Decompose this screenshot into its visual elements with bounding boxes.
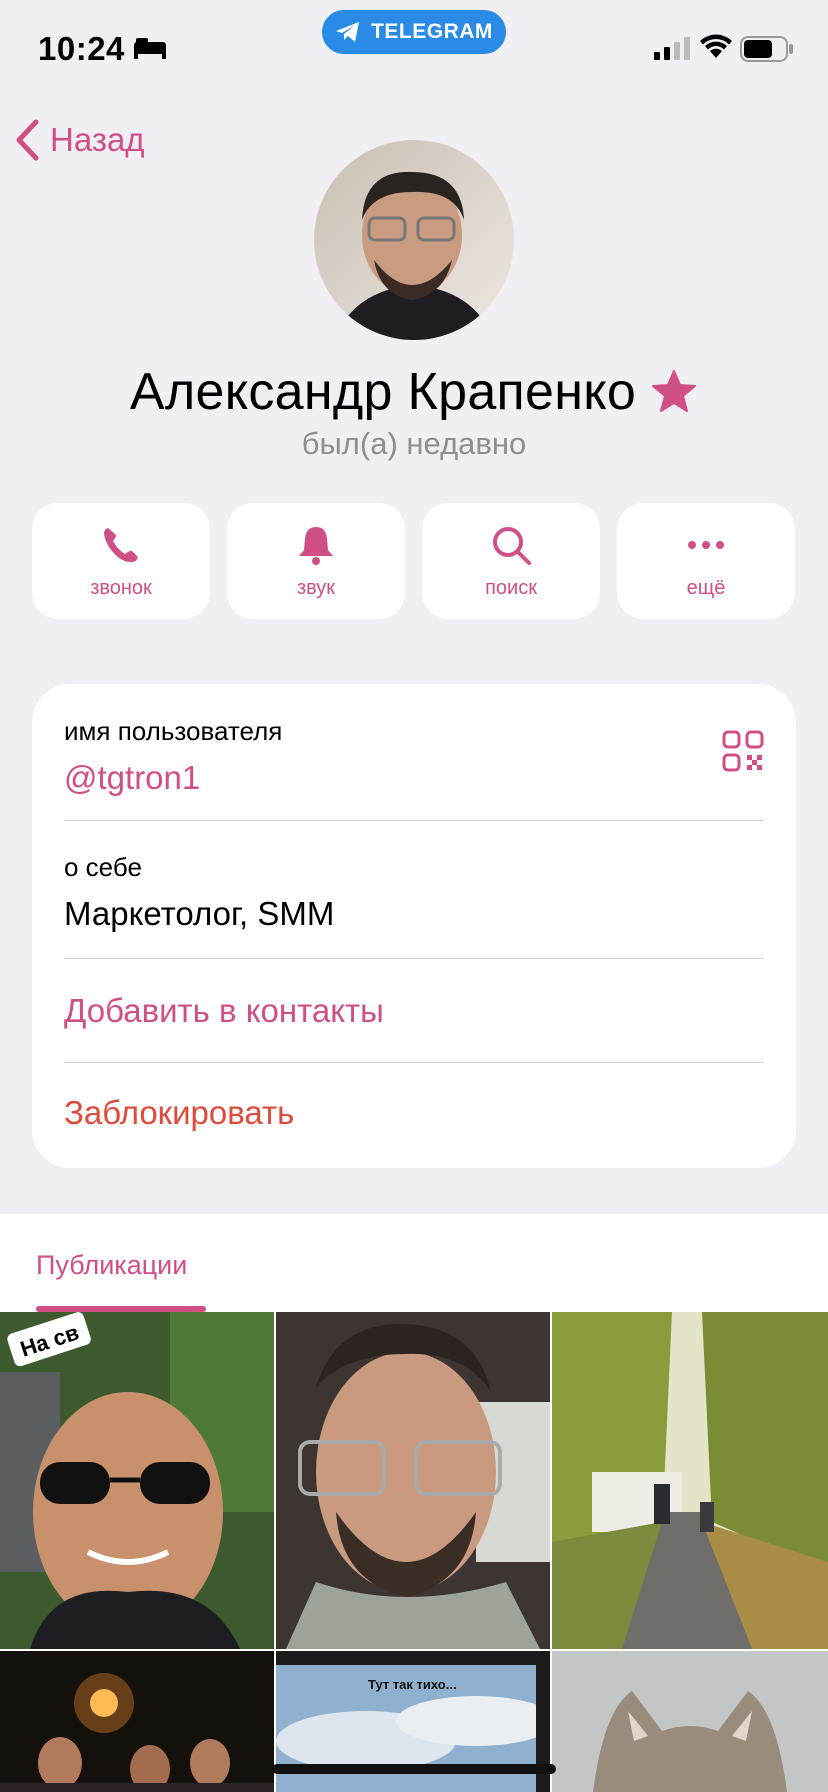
add-contact-button[interactable]: Добавить в контакты xyxy=(64,992,384,1030)
cellular-signal-icon xyxy=(654,37,690,60)
publication-photo xyxy=(276,1312,550,1649)
search-icon xyxy=(493,526,531,565)
publication-tile[interactable]: На св xyxy=(0,1312,274,1649)
about-value: Маркетолог, SMM xyxy=(64,895,335,932)
telegram-icon xyxy=(336,22,360,42)
publication-photo xyxy=(0,1651,274,1792)
last-seen-status: был(а) недавно xyxy=(301,426,527,461)
publication-photo xyxy=(552,1651,828,1792)
sound-label: звук xyxy=(296,576,336,599)
tile-caption: Тут так тихо... xyxy=(368,1677,457,1692)
username-label: имя пользователя xyxy=(64,716,283,746)
block-user-button[interactable]: Заблокировать xyxy=(64,1094,294,1132)
action-buttons: звонок звук поиск ещё xyxy=(32,503,796,619)
back-button[interactable]: Назад xyxy=(14,118,145,162)
profile-name-row: Александр Крапенко xyxy=(0,362,828,422)
publications-section: Публикации На св Тут так тихо... xyxy=(0,1214,828,1792)
sleep-focus-icon xyxy=(134,38,166,59)
profile-name: Александр Крапенко xyxy=(129,363,637,421)
back-label: Назад xyxy=(50,121,145,158)
divider xyxy=(64,958,764,959)
premium-star-icon[interactable] xyxy=(650,368,698,416)
publication-photo xyxy=(552,1312,828,1649)
bell-icon xyxy=(299,526,333,565)
more-label: ещё xyxy=(686,576,726,599)
avatar-photo xyxy=(314,140,514,340)
tab-publications[interactable]: Публикации xyxy=(36,1250,187,1281)
status-time: 10:24 xyxy=(38,30,125,67)
qr-code-icon[interactable] xyxy=(722,730,764,772)
more-icon xyxy=(688,540,724,549)
publication-tile[interactable] xyxy=(276,1312,550,1649)
chevron-left-icon xyxy=(16,119,39,161)
about-label: о себе xyxy=(64,852,142,882)
about-row: о себе Маркетолог, SMM xyxy=(64,852,764,933)
publication-tile[interactable] xyxy=(0,1651,274,1792)
phone-icon xyxy=(104,527,138,562)
battery-icon xyxy=(740,36,793,62)
divider xyxy=(64,1062,764,1063)
search-button[interactable]: поиск xyxy=(422,503,600,619)
app-pill-label: TELEGRAM xyxy=(371,20,493,43)
info-card: имя пользователя @tgtron1 о себе Маркето… xyxy=(32,684,796,1168)
status-bar: 10:24 TELEGRAM xyxy=(0,0,828,100)
home-indicator[interactable] xyxy=(272,1764,556,1774)
publications-grid: На св Тут так тихо... xyxy=(0,1312,828,1792)
profile-avatar[interactable] xyxy=(314,140,514,340)
publication-tile[interactable] xyxy=(552,1312,828,1649)
more-button[interactable]: ещё xyxy=(617,503,795,619)
sound-button[interactable]: звук xyxy=(227,503,405,619)
publication-tile[interactable] xyxy=(552,1651,828,1792)
call-label: звонок xyxy=(90,576,152,599)
call-button[interactable]: звонок xyxy=(32,503,210,619)
publication-photo: На св xyxy=(0,1312,274,1649)
divider xyxy=(64,820,764,821)
username-row[interactable]: имя пользователя @tgtron1 xyxy=(64,716,764,797)
username-value[interactable]: @tgtron1 xyxy=(64,759,764,797)
telegram-app-pill[interactable]: TELEGRAM xyxy=(322,10,506,54)
search-label: поиск xyxy=(485,576,537,599)
wifi-icon xyxy=(700,34,732,58)
